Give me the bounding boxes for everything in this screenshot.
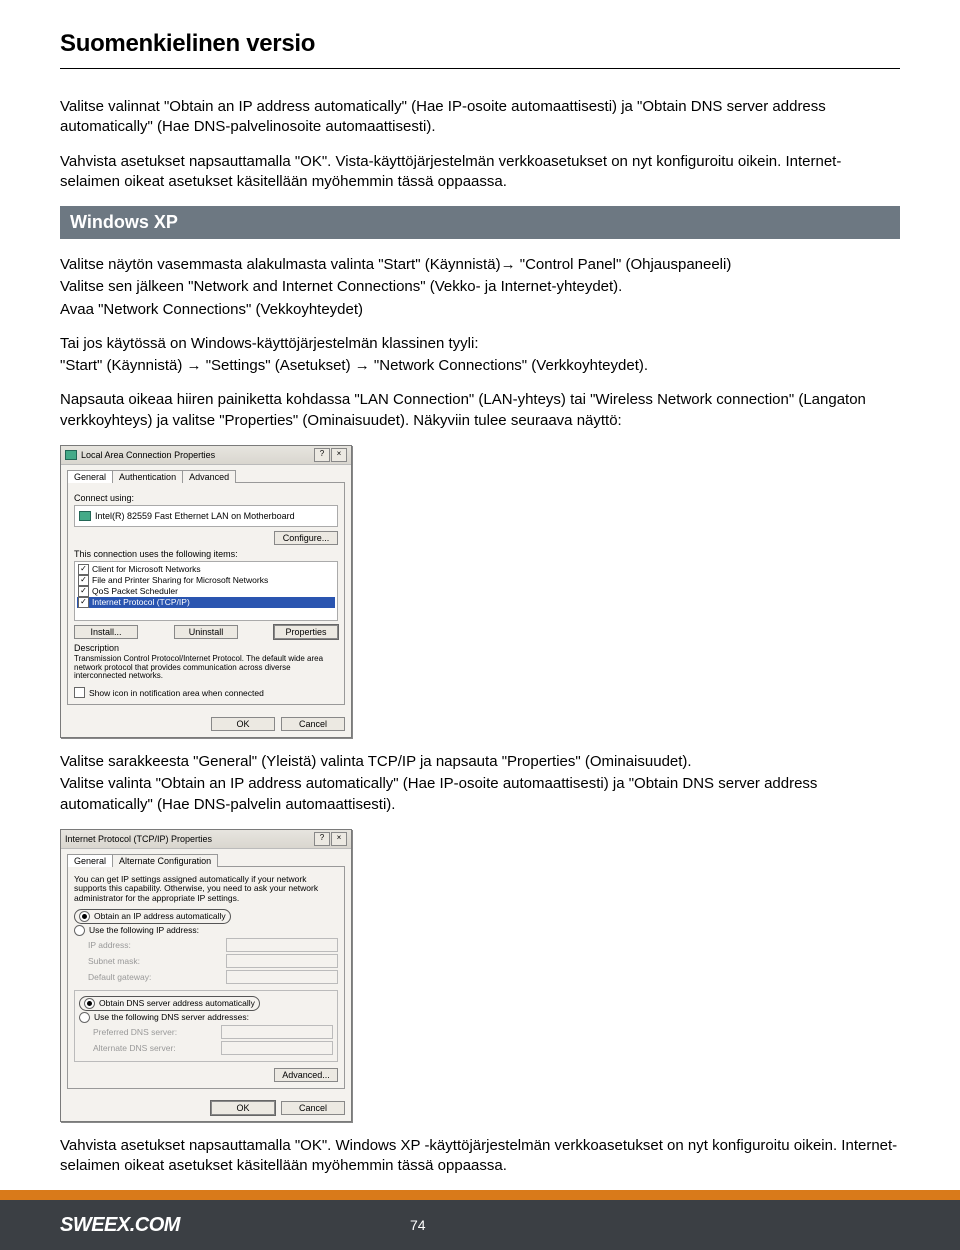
configure-button[interactable]: Configure... (274, 531, 338, 545)
list-item: ✓Client for Microsoft Networks (77, 564, 335, 575)
advanced-button[interactable]: Advanced... (274, 1068, 338, 1082)
xp-step-2: Valitse sen jälkeen "Network and Interne… (60, 277, 900, 297)
xp-alt-c: "Network Connections" (Verkkoyhteydet). (370, 357, 648, 374)
items-listbox[interactable]: ✓Client for Microsoft Networks ✓File and… (74, 561, 338, 621)
closing-paragraph: Vahvista asetukset napsauttamalla "OK". … (60, 1136, 900, 1177)
tab-alternate[interactable]: Alternate Configuration (112, 854, 218, 867)
radio-icon (79, 1012, 90, 1023)
title-rule (60, 68, 900, 69)
xp-alt-a: "Start" (Käynnistä) (60, 357, 187, 374)
adapter-name: Intel(R) 82559 Fast Ethernet LAN on Moth… (95, 511, 295, 521)
list-item: ✓QoS Packet Scheduler (77, 586, 335, 597)
dialog-title: Local Area Connection Properties (81, 450, 215, 460)
intro-paragraph-1: Valitse valinnat "Obtain an IP address a… (60, 97, 900, 138)
help-button[interactable]: ? (314, 448, 330, 462)
connection-icon (65, 450, 77, 460)
list-item-selected: ✓Internet Protocol (TCP/IP) (77, 597, 335, 608)
tab-advanced[interactable]: Advanced (182, 470, 236, 483)
dialog-buttons: OK Cancel (61, 711, 351, 737)
xp-lan-instruction: Napsauta oikeaa hiiren painiketta kohdas… (60, 390, 900, 431)
ok-button[interactable]: OK (211, 717, 275, 731)
cancel-button[interactable]: Cancel (281, 1101, 345, 1115)
tab-general[interactable]: General (67, 854, 113, 867)
page-title: Suomenkielinen versio (60, 30, 900, 58)
checkbox-icon[interactable]: ✓ (78, 564, 89, 575)
mid-paragraph-2: Valitse valinta "Obtain an IP address au… (60, 774, 900, 815)
page-footer: SWEEX.COM 74 (0, 1190, 960, 1250)
dns-group: Obtain DNS server address automatically … (74, 990, 338, 1062)
xp-step-1a: Valitse näytön vasemmasta alakulmasta va… (60, 256, 501, 273)
close-button[interactable]: × (331, 832, 347, 846)
xp-alt-heading: Tai jos käytössä on Windows-käyttöjärjes… (60, 334, 900, 354)
footer-stripe-dark: SWEEX.COM 74 (0, 1200, 960, 1250)
tabs: General Alternate Configuration (67, 853, 345, 866)
checkbox-icon[interactable] (74, 687, 85, 698)
page: Suomenkielinen versio Valitse valinnat "… (0, 0, 960, 1250)
cancel-button[interactable]: Cancel (281, 717, 345, 731)
items-label: This connection uses the following items… (74, 549, 338, 559)
radio-icon (79, 911, 90, 922)
arrow-icon: → (501, 256, 516, 273)
checkbox-icon[interactable]: ✓ (78, 586, 89, 597)
xp-step-1b: "Control Panel" (Ohjauspaneeli) (516, 256, 732, 273)
section-heading-windows-xp: Windows XP (60, 206, 900, 239)
adapter-box: Intel(R) 82559 Fast Ethernet LAN on Moth… (74, 505, 338, 527)
subnet-field: Subnet mask: (88, 954, 338, 968)
alternate-dns-field: Alternate DNS server: (93, 1041, 333, 1055)
install-button[interactable]: Install... (74, 625, 138, 639)
nic-icon (79, 511, 91, 521)
preferred-dns-field: Preferred DNS server: (93, 1025, 333, 1039)
tcpip-properties-dialog: Internet Protocol (TCP/IP) Properties ? … (60, 829, 352, 1122)
xp-step-1: Valitse näytön vasemmasta alakulmasta va… (60, 255, 900, 275)
arrow-icon: → (187, 357, 202, 374)
show-icon-checkbox-row: Show icon in notification area when conn… (74, 687, 338, 698)
footer-page-number: 74 (410, 1217, 426, 1233)
advanced-row: Advanced... (74, 1068, 338, 1082)
tab-panel-general: You can get IP settings assigned automat… (67, 866, 345, 1089)
ok-button[interactable]: OK (211, 1101, 275, 1115)
checkbox-icon[interactable]: ✓ (78, 575, 89, 586)
checkbox-icon[interactable]: ✓ (78, 597, 89, 608)
tab-authentication[interactable]: Authentication (112, 470, 183, 483)
dialog-buttons: OK Cancel (61, 1095, 351, 1121)
titlebar: Internet Protocol (TCP/IP) Properties ? … (61, 830, 351, 849)
intro-paragraph-2: Vahvista asetukset napsauttamalla "OK". … (60, 152, 900, 193)
dialog-title: Internet Protocol (TCP/IP) Properties (65, 834, 212, 844)
help-button[interactable]: ? (314, 832, 330, 846)
properties-button[interactable]: Properties (274, 625, 338, 639)
arrow-icon: → (355, 357, 370, 374)
description-label: Description (74, 643, 338, 653)
ip-address-field: IP address: (88, 938, 338, 952)
blurb: You can get IP settings assigned automat… (74, 875, 338, 903)
item-buttons: Install... Uninstall Properties (74, 625, 338, 639)
radio-obtain-ip-auto[interactable]: Obtain an IP address automatically (74, 909, 338, 924)
uninstall-button[interactable]: Uninstall (174, 625, 238, 639)
list-item: ✓File and Printer Sharing for Microsoft … (77, 575, 335, 586)
xp-step-3: Avaa "Network Connections" (Vekkoyhteyde… (60, 300, 900, 320)
footer-stripe-orange (0, 1190, 960, 1200)
show-icon-label: Show icon in notification area when conn… (89, 688, 264, 698)
radio-use-ip[interactable]: Use the following IP address: (74, 925, 338, 936)
tabs: General Authentication Advanced (67, 469, 345, 482)
xp-alt-path: "Start" (Käynnistä) → "Settings" (Asetuk… (60, 356, 900, 376)
connect-using-label: Connect using: (74, 493, 338, 503)
configure-row: Configure... (74, 531, 338, 545)
radio-use-dns[interactable]: Use the following DNS server addresses: (79, 1012, 333, 1023)
radio-icon (74, 925, 85, 936)
description-text: Transmission Control Protocol/Internet P… (74, 655, 338, 681)
mid-paragraph-1: Valitse sarakkeesta "General" (Yleistä) … (60, 752, 900, 772)
tab-panel-general: Connect using: Intel(R) 82559 Fast Ether… (67, 482, 345, 705)
footer-site: SWEEX.COM (60, 1214, 180, 1237)
lan-properties-dialog: Local Area Connection Properties ? × Gen… (60, 445, 352, 738)
gateway-field: Default gateway: (88, 970, 338, 984)
radio-icon (84, 998, 95, 1009)
titlebar: Local Area Connection Properties ? × (61, 446, 351, 465)
close-button[interactable]: × (331, 448, 347, 462)
xp-alt-b: "Settings" (Asetukset) (202, 357, 355, 374)
radio-obtain-dns-auto[interactable]: Obtain DNS server address automatically (79, 996, 333, 1011)
tab-general[interactable]: General (67, 470, 113, 483)
